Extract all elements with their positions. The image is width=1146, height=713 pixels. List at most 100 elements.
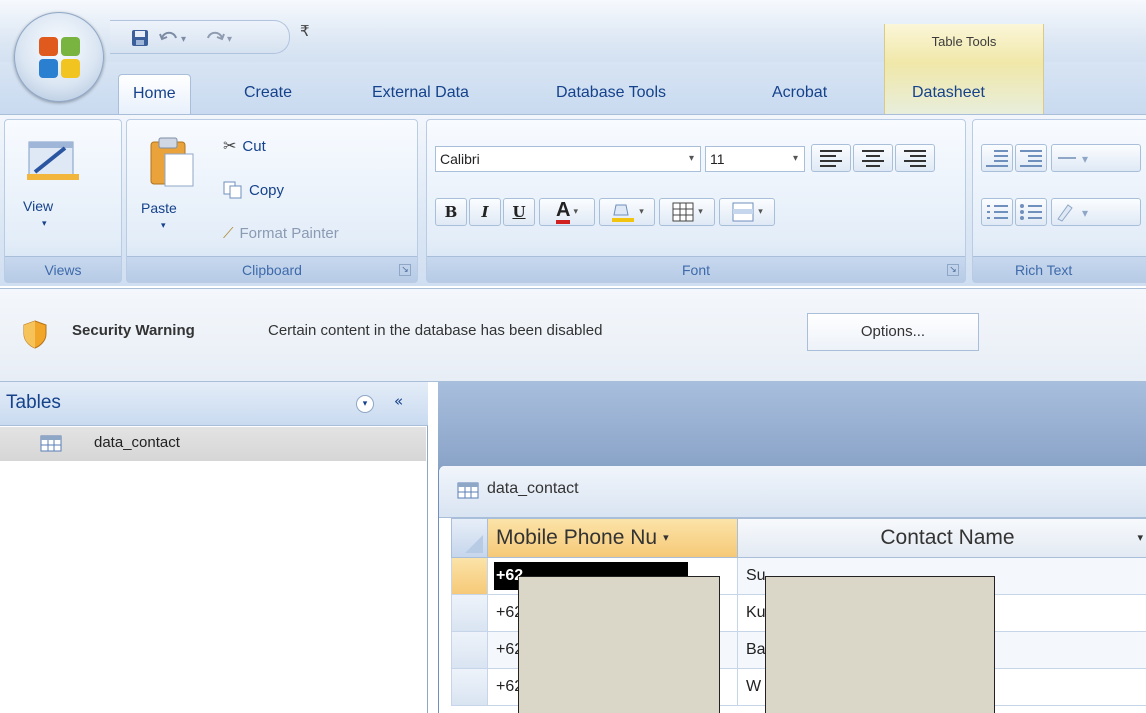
alternate-fill-icon <box>732 202 754 222</box>
align-center-button[interactable] <box>853 144 893 172</box>
quick-access-toolbar: ▾ ▾ <box>110 20 290 54</box>
clipboard-launcher-icon[interactable]: ↘ <box>399 264 411 276</box>
table-tools-label: Table Tools <box>931 34 997 49</box>
bold-button[interactable]: B <box>435 198 467 226</box>
gridlines-button[interactable]: ▾ <box>659 198 715 226</box>
row-selector[interactable] <box>451 669 488 706</box>
name-value: Ba <box>746 641 766 658</box>
office-button[interactable] <box>14 12 104 102</box>
chevron-down-icon[interactable]: ▾ <box>1137 519 1143 557</box>
tab-home[interactable]: Home <box>118 74 191 114</box>
chevron-down-icon: ▾ <box>758 207 763 217</box>
nav-pane-menu-button[interactable]: ▾ <box>356 395 374 413</box>
increase-indent-button[interactable] <box>1015 144 1047 172</box>
redaction-box-name <box>765 576 995 713</box>
highlighter-icon: ▾ <box>1057 204 1088 222</box>
paste-button-label: Paste <box>141 200 177 216</box>
row-selector[interactable] <box>451 632 488 669</box>
paste-icon <box>150 137 194 187</box>
paste-button[interactable]: Paste ▾ <box>135 130 207 240</box>
rich-text-group: ▾ ▾ Rich Text <box>972 119 1146 283</box>
row-selector[interactable] <box>451 558 488 595</box>
alternate-fill-button[interactable]: ▾ <box>719 198 775 226</box>
italic-button[interactable]: I <box>469 198 501 226</box>
format-painter-label: Format Painter <box>239 224 339 242</box>
tab-datasheet[interactable]: Datasheet <box>912 74 985 114</box>
nav-pane-title: Tables <box>6 392 61 413</box>
table-tools-header: Table Tools <box>884 24 1044 64</box>
tab-acrobat[interactable]: Acrobat <box>772 74 827 114</box>
underline-button[interactable]: U <box>503 198 535 226</box>
paragraph-direction-icon: ▾ <box>1058 152 1088 166</box>
paragraph-direction-button[interactable]: ▾ <box>1051 144 1141 172</box>
clipboard-group-label: Clipboard <box>127 256 417 282</box>
column-header-contact-name[interactable]: Contact Name ▾ <box>738 518 1146 558</box>
gridlines-icon <box>672 202 694 222</box>
rich-text-group-label: Rich Text <box>973 256 1146 282</box>
numbering-button[interactable] <box>981 198 1013 226</box>
security-warning-title: Security Warning <box>72 322 195 339</box>
chevron-down-icon: ▾ <box>792 153 798 164</box>
highlight-button[interactable]: ▾ <box>1051 198 1141 226</box>
navigation-pane: Tables ▾ « data_contact <box>0 382 428 713</box>
numbering-icon <box>987 205 1008 219</box>
name-value: W <box>746 678 762 695</box>
cut-button[interactable]: ✂ Cut <box>223 134 266 158</box>
view-button-label: View <box>23 198 54 214</box>
align-center-icon <box>862 150 884 167</box>
redo-icon[interactable]: ▾ <box>204 25 236 51</box>
column-header-mobile-phone[interactable]: Mobile Phone Nu ▾ <box>488 518 738 558</box>
table-icon <box>457 482 479 499</box>
font-launcher-icon[interactable]: ↘ <box>947 264 959 276</box>
svg-text:▾: ▾ <box>1082 152 1088 166</box>
align-right-icon <box>904 150 926 167</box>
fill-color-button[interactable]: ▾ <box>599 198 655 226</box>
bullets-icon <box>1020 204 1042 220</box>
clipboard-group: Paste ▾ ✂ Cut Copy ⟋ Format Painter Clip… <box>126 119 418 283</box>
customize-qat-icon[interactable]: ₹ <box>300 22 310 40</box>
row-selector[interactable] <box>451 595 488 632</box>
bullets-button[interactable] <box>1015 198 1047 226</box>
name-value: Ku <box>746 604 766 621</box>
decrease-indent-icon <box>986 150 1008 167</box>
svg-text:▾: ▾ <box>181 34 186 45</box>
copy-icon <box>223 181 242 199</box>
shutter-bar-close-icon[interactable]: « <box>394 392 403 410</box>
undo-icon[interactable]: ▾ <box>158 25 190 51</box>
paste-dropdown-icon: ▾ <box>161 220 166 230</box>
shield-icon <box>23 320 47 349</box>
workspace-background <box>438 382 1146 466</box>
nav-item-data-contact[interactable]: data_contact <box>0 427 426 461</box>
options-button[interactable]: Options... <box>807 313 979 351</box>
security-warning-bar: Security Warning Certain content in the … <box>0 288 1146 382</box>
view-button[interactable]: View ▾ <box>15 130 95 240</box>
copy-label: Copy <box>249 181 285 199</box>
align-right-button[interactable] <box>895 144 935 172</box>
font-color-button[interactable]: A ▾ <box>539 198 595 226</box>
views-group: View ▾ Views <box>4 119 122 283</box>
font-name-value: Calibri <box>440 151 480 167</box>
column-header-label: Mobile Phone Nu <box>496 526 658 549</box>
save-icon[interactable] <box>130 25 150 51</box>
brush-icon: ⟋ <box>223 224 234 242</box>
title-bar: ▾ ▾ ₹ Table Tools <box>0 0 1146 64</box>
copy-button[interactable]: Copy <box>223 178 284 202</box>
format-painter-button[interactable]: ⟋ Format Painter <box>223 221 339 245</box>
select-all-button[interactable] <box>451 518 488 558</box>
tab-create[interactable]: Create <box>244 74 292 114</box>
font-size-combo[interactable]: 11 ▾ <box>705 146 805 172</box>
decrease-indent-button[interactable] <box>981 144 1013 172</box>
tab-database-tools[interactable]: Database Tools <box>556 74 666 114</box>
chevron-down-icon[interactable]: ▾ <box>663 532 669 544</box>
document-tab[interactable]: data_contact <box>439 466 1146 518</box>
increase-indent-icon <box>1020 150 1042 167</box>
font-name-combo[interactable]: Calibri ▾ <box>435 146 701 172</box>
document-tab-title: data_contact <box>487 480 579 497</box>
tab-external-data[interactable]: External Data <box>372 74 469 114</box>
chevron-down-icon: ▾ <box>698 207 703 217</box>
font-size-value: 11 <box>710 151 725 167</box>
nav-pane-header[interactable]: Tables ▾ « <box>0 382 428 426</box>
align-left-button[interactable] <box>811 144 851 172</box>
scissors-icon: ✂ <box>223 138 237 155</box>
table-icon <box>40 435 62 452</box>
